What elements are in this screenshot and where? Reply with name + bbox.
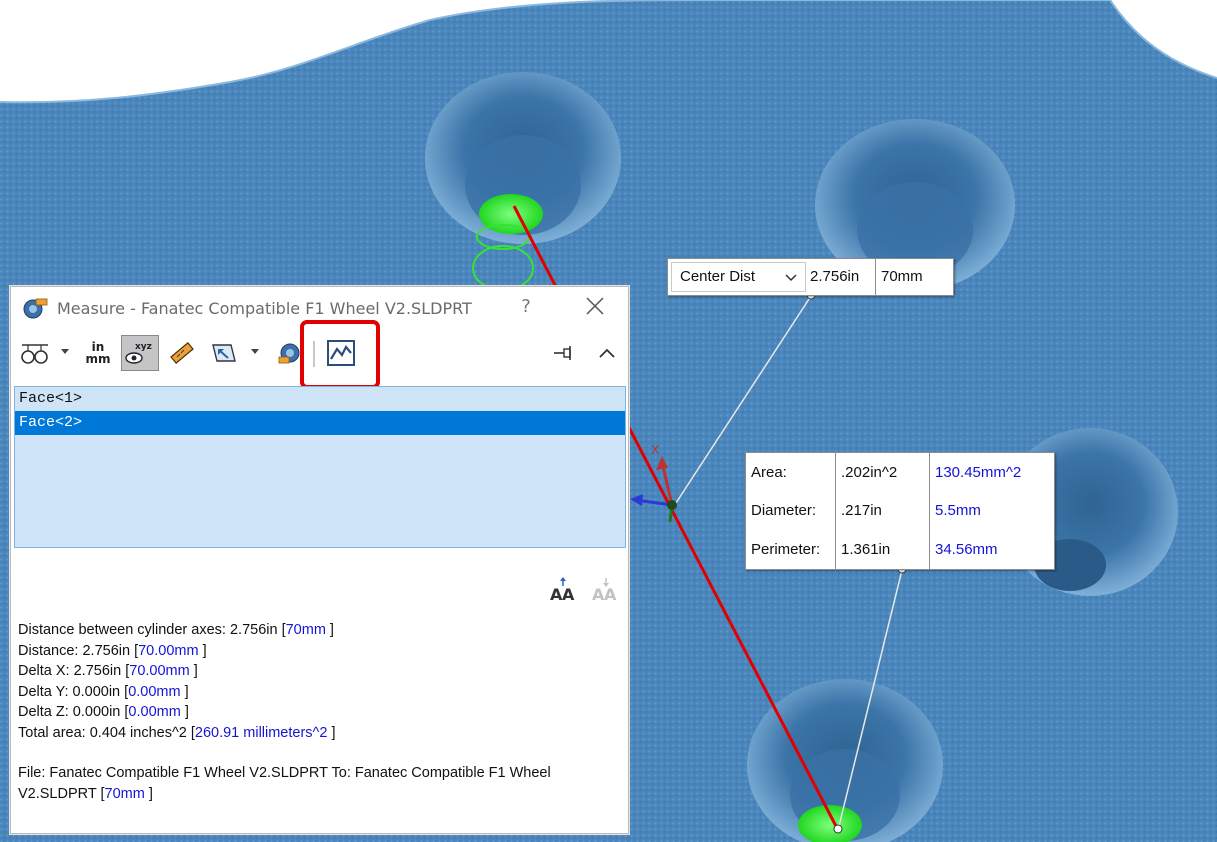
center-dist-mm-value: 70mm [881,268,923,285]
results-line: Delta Z: 0.000in [0.00mm ] [18,702,618,723]
result-text: Total area: 0.404 inches^2 [ [18,724,195,741]
bracket: ] [144,785,153,802]
result-text: File: Fanatec Compatible F1 Wheel V2.SLD… [18,765,551,802]
measure-type-dropdown[interactable]: Center Dist [671,262,806,292]
result-mm-value: 0.00mm [128,704,181,720]
result-text: Delta Z: 0.000in [ [18,704,129,720]
center-distance-callout: Center Dist 2.756in 70mm [667,258,954,296]
selection-list[interactable]: Face<1> Face<2> [14,386,626,548]
diameter-mm-value: 5.5mm [935,502,981,520]
chevron-down-icon [785,274,797,282]
perimeter-row: Perimeter: 1.361in 34.56mm [746,530,1054,569]
measure-dialog: Measure - Fanatec Compatible F1 Wheel V2… [10,286,629,834]
show-xyz-icon: xyz [125,342,152,364]
perimeter-mm-value: 34.56mm [935,541,998,559]
point-to-point-icon [170,342,194,364]
point-to-point-button[interactable] [165,335,197,371]
projection-dropdown[interactable] [251,349,259,354]
perimeter-label: Perimeter: [751,541,821,559]
measure-toolbar: in mm xyz [11,320,628,389]
result-mm-value: 70.00mm [129,663,190,679]
result-text: Delta X: 2.756in [ [18,663,130,679]
dialog-title: Measure - Fanatec Compatible F1 Wheel V2… [57,299,472,318]
diameter-row: Diameter: .217in 5.5mm [746,491,1054,531]
projection-icon [212,344,236,362]
results-file-line: File: Fanatec Compatible F1 Wheel V2.SLD… [18,763,608,804]
arc-options-dropdown[interactable] [61,349,69,354]
close-icon[interactable] [584,295,606,317]
svg-text:xyz: xyz [135,342,152,352]
perimeter-in-value: 1.361in [835,530,930,569]
list-item[interactable]: Face<1> [15,387,625,411]
highlight-annotation [300,320,380,389]
collapse-button[interactable] [595,335,619,371]
decrease-font-icon[interactable]: A A [591,576,621,604]
increase-font-icon[interactable]: A A [549,576,579,604]
diameter-label: Diameter: [751,502,817,520]
units-precision-button[interactable]: in mm [81,335,115,371]
results-line: Delta X: 2.756in [70.00mm ] [18,661,618,682]
arc-circle-options-button[interactable] [19,335,51,371]
results-line: Total area: 0.404 inches^2 [260.91 milli… [18,723,618,744]
svg-text:A: A [562,585,575,604]
svg-text:A: A [604,585,617,604]
diameter-in-value: .217in [835,491,930,531]
bracket: ] [189,663,198,679]
pin-icon [554,346,571,360]
help-button[interactable]: ? [517,296,535,317]
result-text: Distance: 2.756in [ [18,642,139,659]
show-xyz-button[interactable]: xyz [121,335,159,371]
result-mm-value: 0.00mm [128,683,181,700]
arc-circle-options-icon [21,344,48,364]
pin-button[interactable] [551,335,577,371]
result-mm-value: 70.00mm [138,642,199,659]
divider [875,259,876,295]
bracket: ] [180,704,189,720]
bracket: ] [325,622,334,638]
bracket: ] [180,683,189,700]
results-line: Distance: 2.756in [70.00mm ] [18,641,618,662]
bracket: ] [198,642,207,659]
area-label: Area: [751,463,787,481]
result-mm-value: 70mm [104,785,145,802]
measure-type-value: Center Dist [680,268,756,285]
center-dist-in-value: 2.756in [810,268,860,285]
result-mm-value: 260.91 millimeters^2 [194,724,328,741]
bracket: ] [327,724,336,741]
area-mm-value: 130.45mm^2 [935,463,1022,481]
results-line: Distance between cylinder axes: 2.756in … [18,620,618,641]
face-properties-callout: Area: .202in^2 130.45mm^2 Diameter: .217… [745,452,1055,570]
measure-tool-icon [23,298,48,319]
projection-button[interactable] [207,335,239,371]
triad-x-label: X [651,443,659,457]
result-text: Distance between cylinder axes: 2.756in … [18,622,286,638]
results-line: Delta Y: 0.000in [0.00mm ] [18,682,618,703]
measurement-results: Distance between cylinder axes: 2.756in … [18,620,618,804]
result-text: Delta Y: 0.000in [ [18,683,129,700]
result-mm-value: 70mm [285,622,326,638]
units-bottom-label: mm [85,352,111,366]
list-item[interactable]: Face<2> [15,411,625,435]
area-in-value: .202in^2 [835,453,930,492]
collapse-icon [599,348,615,358]
measurement-history-icon [278,343,300,364]
area-row: Area: .202in^2 130.45mm^2 [746,453,1054,492]
